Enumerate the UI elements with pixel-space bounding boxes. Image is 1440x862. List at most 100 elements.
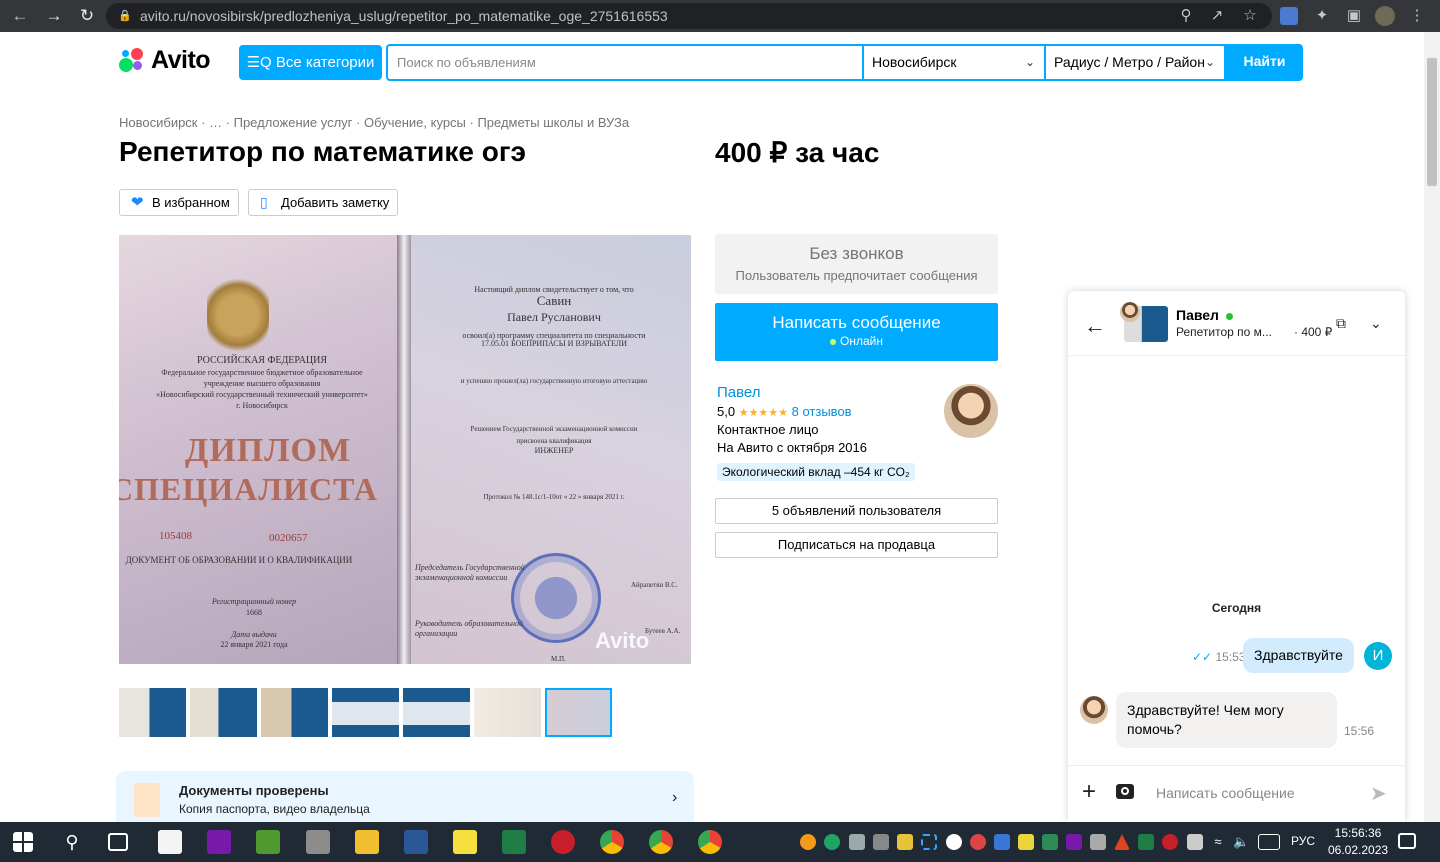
gallery-thumbnail-4[interactable] (332, 688, 399, 737)
seller-name-link[interactable]: Павел (717, 384, 761, 401)
taskbar-clock-date[interactable]: 06.02.2023 (1328, 843, 1388, 857)
forward-arrow-icon[interactable]: → (44, 6, 64, 26)
tray-app-icon[interactable] (1042, 834, 1058, 850)
address-bar[interactable]: 🔒 avito.ru/novosibirsk/predlozheniya_usl… (106, 3, 1272, 29)
tray-app-icon[interactable] (970, 834, 986, 850)
notifications-icon[interactable] (1398, 833, 1416, 849)
send-icon[interactable]: ➤ (1370, 781, 1387, 806)
reload-icon[interactable]: ↻ (77, 6, 97, 26)
search-icon[interactable]: ⚲ (60, 830, 84, 854)
reviews-link[interactable]: 8 отзывов (792, 404, 852, 419)
city-select[interactable]: Новосибирск ⌄ (864, 46, 1044, 79)
wifi-icon[interactable]: ≈ (1210, 834, 1226, 850)
diploma-org-line3: «Новосибирский государственный техническ… (156, 390, 368, 399)
tray-app-icon[interactable] (849, 834, 865, 850)
scrollbar-thumb[interactable] (1427, 58, 1437, 186)
avito-logo[interactable]: Avito (119, 46, 211, 74)
volume-icon[interactable]: 🔈 (1233, 834, 1249, 850)
chat-listing-subject: Репетитор по м... (1176, 325, 1272, 339)
write-message-button[interactable]: Написать сообщение Онлайн (715, 303, 998, 361)
word-icon[interactable] (404, 830, 428, 854)
notes-app-icon[interactable] (158, 830, 182, 854)
windows-start-icon[interactable] (13, 832, 33, 852)
diploma-heading-2: СПЕЦИАЛИСТА (119, 471, 378, 507)
tray-onenote-icon[interactable] (1066, 834, 1082, 850)
all-categories-button[interactable]: ☰Q Все категории (239, 45, 382, 80)
eco-contribution-badge[interactable]: Экологический вклад –454 кг CO₂ (717, 463, 915, 481)
attach-plus-icon[interactable]: + (1082, 780, 1096, 804)
chevron-down-icon: ⌄ (1024, 55, 1035, 69)
no-calls-notice: Без звонков Пользователь предпочитает со… (715, 234, 998, 294)
radius-select[interactable]: Радиус / Метро / Район ⌄ (1046, 46, 1224, 79)
app-icon[interactable] (306, 830, 330, 854)
camera-icon[interactable] (1116, 784, 1134, 799)
tray-shield-icon[interactable] (824, 834, 840, 850)
listing-main-photo[interactable]: РОССИЙСКАЯ ФЕДЕРАЦИЯ Федеральное государ… (119, 235, 691, 664)
add-note-button[interactable]: ▯ Добавить заметку (248, 189, 398, 216)
chat-message-input[interactable]: Написать сообщение (1156, 785, 1295, 801)
bookmark-star-icon[interactable]: ☆ (1239, 5, 1261, 27)
profile-avatar[interactable] (1375, 6, 1395, 26)
tray-app-icon[interactable] (1138, 834, 1154, 850)
gallery-thumbnail-2[interactable] (190, 688, 257, 737)
tray-app-icon[interactable] (946, 834, 962, 850)
diploma-country: РОССИЙСКАЯ ФЕДЕРАЦИЯ (196, 355, 328, 366)
sticky-notes-icon[interactable] (453, 830, 477, 854)
browser-menu-icon[interactable]: ⋮ (1406, 5, 1428, 27)
gallery-thumbnail-1[interactable] (119, 688, 186, 737)
translate-extension-icon[interactable] (1280, 7, 1298, 25)
app-icon[interactable] (551, 830, 575, 854)
extensions-puzzle-icon[interactable]: ✦ (1311, 5, 1333, 27)
input-language[interactable]: РУС (1291, 834, 1315, 848)
breadcrumb[interactable]: Новосибирск · … · Предложение услуг · Об… (119, 115, 629, 130)
divider (1068, 765, 1405, 766)
online-label: Онлайн (840, 334, 883, 348)
seller-rating: 5,0 ★★★★★ 8 отзывов (717, 404, 852, 419)
chrome-icon[interactable] (649, 830, 673, 854)
side-panel-icon[interactable]: ▣ (1343, 5, 1365, 27)
onenote-icon[interactable] (207, 830, 231, 854)
back-arrow-icon[interactable]: ← (1084, 313, 1106, 339)
task-view-icon[interactable] (108, 833, 128, 851)
seller-avatar[interactable] (944, 384, 998, 438)
tray-app-icon[interactable] (873, 834, 889, 850)
chrome-icon[interactable] (600, 830, 624, 854)
share-icon[interactable]: ↗ (1206, 5, 1228, 27)
tray-battery-icon[interactable] (1187, 834, 1203, 850)
back-arrow-icon[interactable]: ← (10, 6, 30, 26)
app-icon[interactable] (256, 830, 280, 854)
documents-verified-title: Документы проверены (179, 783, 329, 798)
chevron-down-icon[interactable]: ⌄ (1370, 315, 1382, 332)
diploma-exam: и успешно прошел(ла) государственную ито… (460, 377, 648, 385)
chrome-icon[interactable] (698, 830, 722, 854)
favorite-button[interactable]: ❤ В избранном (119, 189, 239, 216)
diploma-number: 0020657 (269, 532, 308, 544)
documents-verified-banner[interactable]: Документы проверены Копия паспорта, виде… (116, 771, 694, 822)
diploma-seal-mark: М.П. (551, 655, 566, 663)
search-input[interactable]: Поиск по объявлениям (388, 46, 862, 79)
tray-snip-icon[interactable] (921, 834, 937, 850)
gallery-thumbnail-5[interactable] (403, 688, 470, 737)
diploma-reg-label: Регистрационный номер (211, 597, 297, 606)
tray-app-icon[interactable] (994, 834, 1010, 850)
excel-icon[interactable] (502, 830, 526, 854)
expand-icon[interactable]: ⧉ (1336, 315, 1346, 332)
taskbar-clock-time[interactable]: 15:56:36 (1328, 826, 1388, 840)
gallery-thumbnail-7[interactable] (545, 688, 612, 737)
zoom-icon[interactable]: ⚲ (1175, 5, 1197, 27)
tray-app-icon[interactable] (1114, 834, 1130, 850)
tray-app-icon[interactable] (1090, 834, 1106, 850)
tray-app-icon[interactable] (800, 834, 816, 850)
tray-app-icon[interactable] (1162, 834, 1178, 850)
tray-app-icon[interactable] (1018, 834, 1034, 850)
file-explorer-icon[interactable] (355, 830, 379, 854)
seller-listings-button[interactable]: 5 объявлений пользователя (715, 498, 998, 524)
seller-since: На Авито с октября 2016 (717, 440, 867, 455)
keyboard-icon[interactable] (1258, 834, 1280, 850)
gallery-thumbnail-6[interactable] (474, 688, 541, 737)
search-bar: Поиск по объявлениям Новосибирск ⌄ Радиу… (386, 44, 1303, 81)
subscribe-seller-button[interactable]: Подписаться на продавца (715, 532, 998, 558)
tray-app-icon[interactable] (897, 834, 913, 850)
gallery-thumbnail-3[interactable] (261, 688, 328, 737)
find-button[interactable]: Найти (1226, 44, 1303, 81)
